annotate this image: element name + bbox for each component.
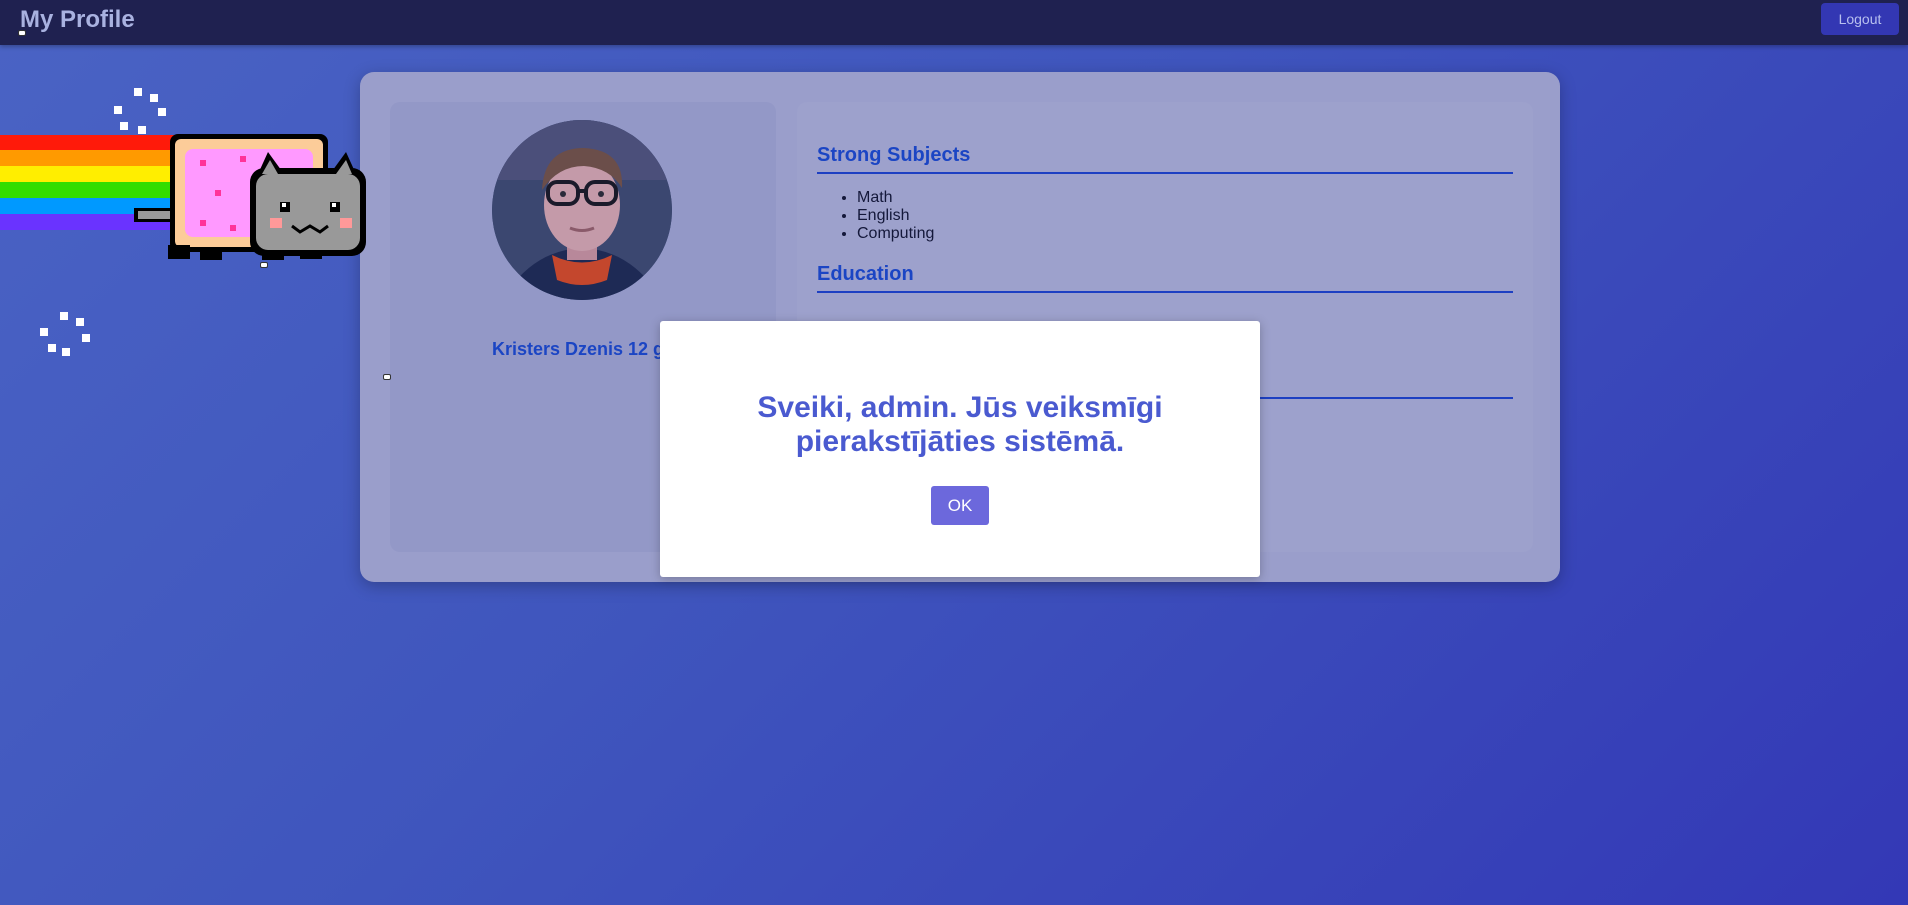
login-success-dialog: Sveiki, admin. Jūs veiksmīgi pierakstījā…: [660, 321, 1260, 577]
education-heading: Education: [817, 263, 1513, 293]
list-item: Math: [857, 189, 1513, 207]
dialog-message: Sveiki, admin. Jūs veiksmīgi pierakstījā…: [757, 391, 1163, 458]
page-title: My Profile: [20, 6, 135, 33]
avatar: [492, 120, 672, 300]
sparkle-icon: [114, 88, 166, 134]
strong-subjects-heading: Strong Subjects: [817, 144, 1513, 174]
top-bar: My Profile Logout: [0, 0, 1908, 45]
strong-subjects-list: Math English Computing: [857, 189, 1513, 243]
list-item: Computing: [857, 225, 1513, 243]
avatar-photo: [492, 120, 672, 300]
sparkle-icon: [383, 374, 391, 380]
logout-button[interactable]: Logout: [1821, 3, 1899, 35]
nyan-cat-image: [0, 134, 366, 260]
sparkle-icon: [260, 262, 268, 268]
sparkle-icon: [18, 30, 26, 36]
sparkle-icon: [40, 312, 90, 356]
list-item: English: [857, 207, 1513, 225]
ok-button[interactable]: OK: [931, 486, 989, 525]
